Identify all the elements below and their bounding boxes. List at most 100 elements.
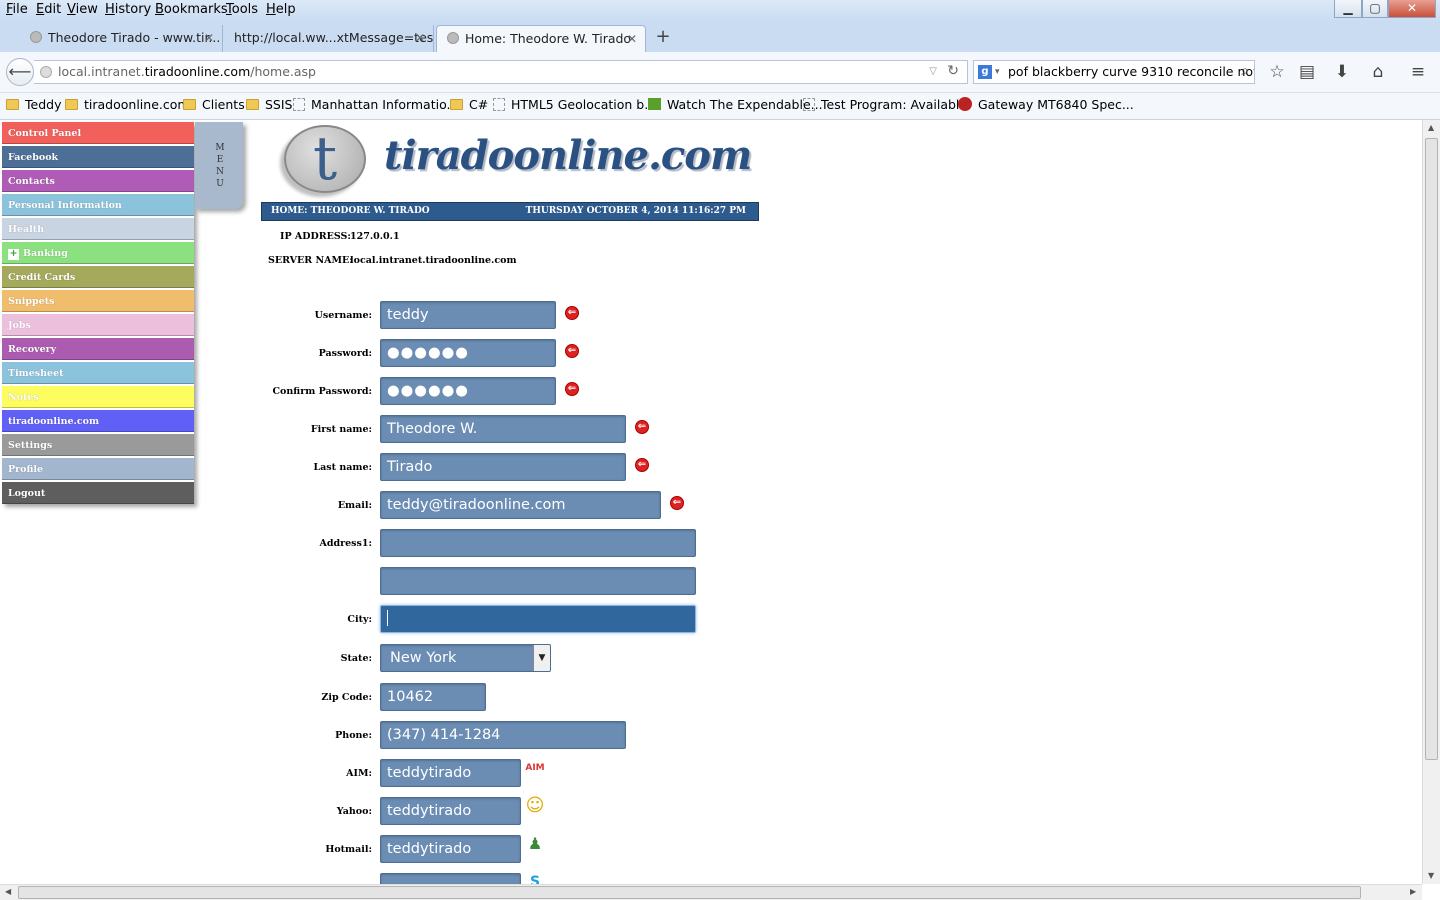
expand-plus-icon[interactable]: + <box>8 249 19 260</box>
gateway-icon <box>958 97 972 111</box>
menu-view[interactable]: View <box>67 2 98 17</box>
home-icon[interactable]: ⌂ <box>1368 62 1388 82</box>
side-item-profile[interactable]: Profile <box>2 458 194 480</box>
hotmail-field[interactable]: teddytirado <box>380 835 521 863</box>
phone-field[interactable]: (347) 414-1284 <box>380 721 626 749</box>
state-label: State: <box>340 653 372 664</box>
side-item-recovery[interactable]: Recovery <box>2 338 194 360</box>
page-header-bar: HOME: THEODORE W. TIRADO THURSDAY OCTOBE… <box>261 202 759 221</box>
email-field[interactable]: teddy@tiradoonline.com <box>380 491 661 519</box>
yahoo-field[interactable]: teddytirado <box>380 797 521 825</box>
bookmarks-list-icon[interactable]: ▤ <box>1297 62 1317 82</box>
side-item-credit-cards[interactable]: Credit Cards <box>2 266 194 288</box>
tab-home[interactable]: Home: Theodore W. Tirado ✕ <box>436 25 646 52</box>
ip-address-label: IP ADDRESS: <box>280 231 351 242</box>
aim-field[interactable]: teddytirado <box>380 759 521 787</box>
bookmark-test-program[interactable]: Test Program: Availabl... <box>803 97 971 112</box>
bookmark-csharp[interactable]: C# <box>450 97 488 112</box>
side-item-contacts[interactable]: Contacts <box>2 170 194 192</box>
scroll-left-icon[interactable]: ◀ <box>5 887 11 896</box>
reload-icon[interactable]: ↻ <box>947 60 959 82</box>
menu-history[interactable]: History <box>105 2 151 17</box>
bookmark-label: Manhattan Informatio... <box>311 97 459 112</box>
bookmark-label: C# <box>469 97 489 112</box>
bookmark-manhattan[interactable]: Manhattan Informatio... <box>293 97 458 112</box>
close-tab-icon[interactable]: ✕ <box>204 25 214 51</box>
menu-help[interactable]: Help <box>266 2 296 17</box>
last-name-field[interactable]: Tirado <box>380 453 626 481</box>
scroll-down-icon[interactable]: ▼ <box>1428 871 1434 880</box>
minimize-button[interactable]: ▁ <box>1334 0 1362 18</box>
vertical-scrollbar[interactable]: ▲ ▼ <box>1422 120 1440 884</box>
skype-field[interactable] <box>380 873 521 884</box>
required-arrow-icon: ⇐ <box>635 420 649 434</box>
tab-local-message[interactable]: http://local.ww...xtMessage=test ✕ <box>224 25 434 52</box>
bookmark-star-icon[interactable]: ☆ <box>1267 62 1287 82</box>
address1-field[interactable] <box>380 529 696 557</box>
menu-toggle-tab[interactable]: M E N U <box>195 122 243 209</box>
bookmark-gateway[interactable]: Gateway MT6840 Spec... <box>958 97 1134 112</box>
confirm-password-field[interactable]: ●●●●●● <box>380 377 556 405</box>
bookmark-tiradoonline[interactable]: tiradoonline.com <box>65 97 190 112</box>
side-item-health[interactable]: Health <box>2 218 194 240</box>
side-item-notes[interactable]: Notes <box>2 386 194 408</box>
tab-strip: Theodore Tirado - www.tir... ✕ http://lo… <box>0 22 1440 52</box>
side-item-jobs[interactable]: Jobs <box>2 314 194 336</box>
close-tab-icon[interactable]: ✕ <box>627 26 637 52</box>
bookmark-expendables[interactable]: Watch The Expendable... <box>648 97 823 112</box>
menu-tab-letter: N <box>216 167 224 177</box>
page-icon <box>293 98 305 111</box>
tab-label: http://local.ww...xtMessage=test <box>234 30 434 45</box>
side-item-logout[interactable]: Logout <box>2 482 194 504</box>
side-item-timesheet[interactable]: Timesheet <box>2 362 194 384</box>
new-tab-button[interactable]: + <box>650 26 676 48</box>
search-icon[interactable]: ⌕ <box>1241 61 1249 82</box>
first-name-field[interactable]: Theodore W. <box>380 415 626 443</box>
page-title: HOME: THEODORE W. TIRADO <box>271 206 430 216</box>
menu-edit[interactable]: Edit <box>36 2 61 17</box>
required-arrow-icon: ⇐ <box>565 344 579 358</box>
page-favicon-icon <box>447 32 459 44</box>
bookmark-clients[interactable]: Clients <box>183 97 245 112</box>
side-item-control-panel[interactable]: Control Panel <box>2 122 194 144</box>
chevron-down-icon[interactable]: ▾ <box>995 61 1000 83</box>
dropdown-arrow-icon[interactable]: ▽ <box>929 61 937 83</box>
username-field[interactable]: teddy <box>380 301 556 329</box>
scroll-up-icon[interactable]: ▲ <box>1428 123 1434 132</box>
bookmark-html5-geolocation[interactable]: HTML5 Geolocation b... <box>493 97 656 112</box>
tab-theodore-tirado[interactable]: Theodore Tirado - www.tir... ✕ <box>20 25 223 52</box>
scrollbar-thumb[interactable] <box>18 886 1361 899</box>
side-item-tiradoonline[interactable]: tiradoonline.com <box>2 410 194 432</box>
bookmark-ssis[interactable]: SSIS <box>246 97 293 112</box>
password-field[interactable]: ●●●●●● <box>380 339 556 367</box>
horizontal-scrollbar[interactable]: ◀ ▶ <box>0 884 1422 900</box>
back-arrow-icon[interactable]: ⟵ <box>6 58 34 86</box>
side-item-snippets[interactable]: Snippets <box>2 290 194 312</box>
google-icon[interactable]: g <box>978 65 992 79</box>
side-item-settings[interactable]: Settings <box>2 434 194 456</box>
bookmark-teddy[interactable]: Teddy <box>6 97 61 112</box>
zip-field[interactable]: 10462 <box>380 683 486 711</box>
side-item-facebook[interactable]: Facebook <box>2 146 194 168</box>
state-select[interactable]: New York ▼ <box>380 644 551 672</box>
close-tab-icon[interactable]: ✕ <box>415 25 425 51</box>
menu-file[interactable]: File <box>6 2 28 17</box>
side-item-personal-information[interactable]: Personal Information <box>2 194 194 216</box>
city-field[interactable] <box>380 605 696 633</box>
search-query: pof blackberry curve 9310 reconcile now <box>1008 64 1255 79</box>
search-bar[interactable]: g ▾ pof blackberry curve 9310 reconcile … <box>973 60 1255 84</box>
hamburger-menu-icon[interactable]: ≡ <box>1408 62 1428 82</box>
username-label: Username: <box>314 310 372 321</box>
menu-tools[interactable]: Tools <box>226 2 258 17</box>
scrollbar-thumb[interactable] <box>1425 138 1438 760</box>
download-icon[interactable]: ⬇ <box>1332 62 1352 82</box>
maximize-button[interactable]: ▢ <box>1362 0 1388 18</box>
dropdown-arrow-icon[interactable]: ▼ <box>533 645 550 671</box>
url-bar[interactable]: local.intranet.tiradoonline.com/home.asp… <box>34 60 968 84</box>
close-window-button[interactable]: ✕ <box>1388 0 1436 18</box>
page-favicon-icon <box>30 31 42 43</box>
menu-bookmarks[interactable]: Bookmarks <box>155 2 228 17</box>
address2-field[interactable] <box>380 567 696 595</box>
scroll-right-icon[interactable]: ▶ <box>1410 887 1416 896</box>
side-item-banking[interactable]: + Banking <box>2 242 194 264</box>
